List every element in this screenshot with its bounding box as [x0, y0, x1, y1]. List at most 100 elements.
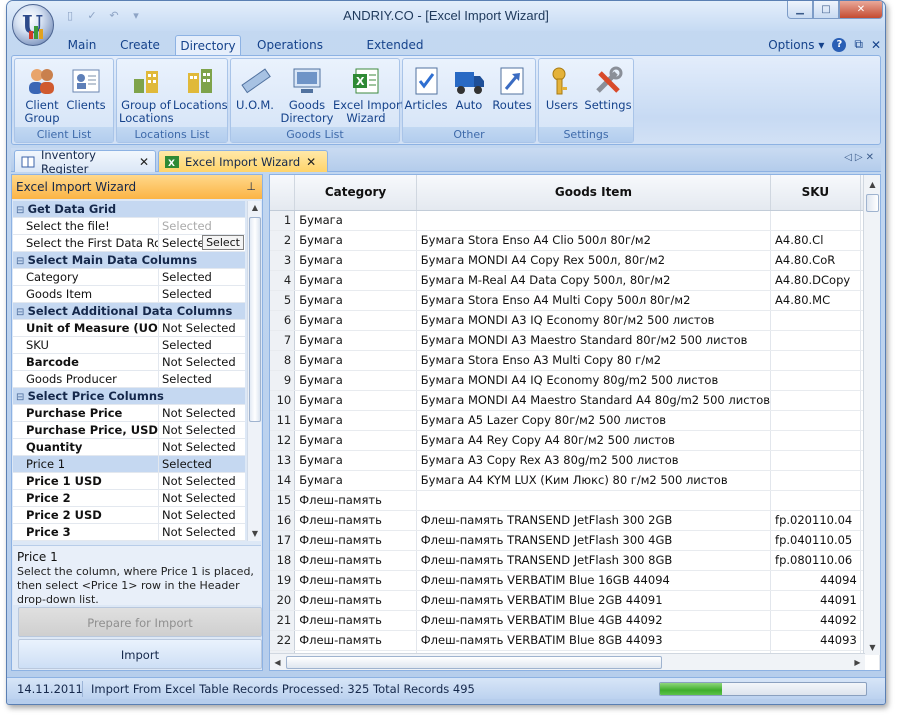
property-row[interactable]: Goods Producer Selected — [13, 371, 245, 388]
row-number[interactable]: 14 — [270, 470, 296, 491]
category-cell[interactable]: Флеш-память — [294, 630, 417, 651]
category-cell[interactable]: Бумага — [294, 330, 417, 351]
scroll-up-icon[interactable]: ▲ — [248, 201, 262, 215]
ribbon-restore-icon[interactable]: ⧉ — [854, 37, 863, 52]
scroll-right-icon[interactable]: ▶ — [850, 655, 865, 670]
category-cell[interactable]: Бумага — [294, 310, 417, 331]
property-value[interactable]: Selected — [159, 456, 245, 472]
close-window-button[interactable]: ✕ — [839, 1, 883, 19]
options-menu[interactable]: Options ▾ — [768, 38, 824, 52]
goods-item-cell[interactable]: Флеш-память TRANSEND JetFlash 300 4GB — [416, 530, 772, 551]
property-value[interactable]: Selected — [159, 286, 245, 302]
sku-cell[interactable] — [770, 410, 861, 431]
property-value[interactable]: Not Selected — [159, 507, 245, 523]
table-row[interactable]: 2 Бумага Бумага Stora Enso A4 Clio 500л 80… — [270, 230, 880, 251]
tab-operations[interactable]: Operations — [255, 35, 325, 55]
sku-cell[interactable]: fp.040110.05 — [770, 530, 861, 551]
property-row[interactable]: Select the First Data Row!SelectedSelect — [13, 235, 245, 252]
tab-main[interactable]: Main — [62, 35, 102, 55]
select-row-button[interactable]: Select — [202, 235, 244, 250]
scroll-thumb[interactable] — [866, 194, 879, 212]
sku-cell[interactable]: 44091 — [770, 590, 861, 611]
row-number[interactable]: 5 — [270, 290, 296, 311]
prepare-for-import-button[interactable]: Prepare for Import — [18, 607, 262, 637]
row-number[interactable]: 19 — [270, 570, 296, 591]
row-number[interactable]: 8 — [270, 350, 296, 371]
goods-directory-button[interactable]: Goods Directory — [279, 61, 335, 125]
table-row[interactable]: 1 Бумага — [270, 210, 880, 231]
category-cell[interactable]: Бумага — [294, 430, 417, 451]
goods-item-cell[interactable]: Бумага A4 KYM LUX (Ким Люкс) 80 г/м2 500… — [416, 470, 772, 491]
sku-cell[interactable] — [770, 210, 861, 231]
goods-item-cell[interactable]: Бумага MONDI A3 Maestro Standard 80г/м2 … — [416, 330, 772, 351]
tab-create[interactable]: Create — [117, 35, 163, 55]
grid-vertical-scrollbar[interactable]: ▲ ▼ — [863, 175, 880, 655]
property-value[interactable]: Not Selected — [159, 320, 245, 336]
category-cell[interactable]: Бумага — [294, 370, 417, 391]
locations-button[interactable]: Locations — [173, 61, 228, 125]
application-menu-button[interactable]: U — [12, 4, 54, 46]
row-number[interactable]: 22 — [270, 630, 296, 651]
grid-horizontal-scrollbar[interactable]: ◀ ▶ — [270, 653, 865, 670]
table-row[interactable]: 22 Флеш-память Флеш-память VERBATIM Blue 8… — [270, 630, 880, 651]
minimize-button[interactable]: ▁ — [787, 1, 813, 19]
close-tab-icon[interactable]: ✕ — [139, 155, 149, 169]
property-row[interactable]: SKU Selected — [13, 337, 245, 354]
uom-button[interactable]: U.O.M. — [231, 61, 279, 125]
category-cell[interactable]: Флеш-память — [294, 570, 417, 591]
goods-item-cell[interactable]: Бумага A4 Rey Copy A4 80г/м2 500 листов — [416, 430, 772, 451]
table-row[interactable]: 19 Флеш-память Флеш-память VERBATIM Blue 1… — [270, 570, 880, 591]
row-number[interactable]: 2 — [270, 230, 296, 251]
clients-button[interactable]: Clients — [59, 61, 113, 125]
row-number[interactable]: 17 — [270, 530, 296, 551]
scroll-down-icon[interactable]: ▼ — [865, 640, 880, 655]
goods-item-cell[interactable] — [416, 490, 772, 511]
property-category[interactable]: Select Price Columns — [13, 388, 245, 405]
row-number[interactable]: 16 — [270, 510, 296, 531]
table-row[interactable]: 20 Флеш-память Флеш-память VERBATIM Blue 2… — [270, 590, 880, 611]
category-cell[interactable]: Флеш-память — [294, 590, 417, 611]
table-row[interactable]: 3 Бумага Бумага MONDI A4 Copy Rex 500л, 80… — [270, 250, 880, 271]
import-button[interactable]: Import — [18, 639, 262, 669]
row-number[interactable]: 20 — [270, 590, 296, 611]
row-number[interactable]: 3 — [270, 250, 296, 271]
category-cell[interactable]: Флеш-память — [294, 550, 417, 571]
table-row[interactable]: 16 Флеш-память Флеш-память TRANSEND JetFla… — [270, 510, 880, 531]
row-number[interactable]: 12 — [270, 430, 296, 451]
goods-item-cell[interactable]: Бумага M-Real A4 Data Copy 500л, 80г/м2 — [416, 270, 772, 291]
property-value[interactable]: Not Selected — [159, 354, 245, 370]
property-value[interactable]: Not Selected — [159, 490, 245, 506]
goods-item-cell[interactable]: Бумага MONDI A3 IQ Economy 80г/м2 500 ли… — [416, 310, 772, 331]
category-cell[interactable]: Бумага — [294, 290, 417, 311]
goods-item-cell[interactable]: Флеш-память VERBATIM Blue 8GB 44093 — [416, 630, 772, 651]
sku-cell[interactable] — [770, 310, 861, 331]
auto-button[interactable]: Auto — [447, 61, 491, 125]
close-tab-icon[interactable]: ✕ — [306, 155, 316, 169]
sku-cell[interactable] — [770, 370, 861, 391]
property-value[interactable]: Not Selected — [159, 473, 245, 489]
category-cell[interactable]: Бумага — [294, 390, 417, 411]
property-row[interactable]: Goods Item Selected — [13, 286, 245, 303]
routes-button[interactable]: Routes — [489, 61, 535, 125]
property-value[interactable]: Selected — [159, 269, 245, 285]
table-row[interactable]: 14 Бумага Бумага A4 KYM LUX (Ким Люкс) 80 … — [270, 470, 880, 491]
goods-item-cell[interactable]: Флеш-память VERBATIM Blue 4GB 44092 — [416, 610, 772, 631]
ribbon-close-icon[interactable]: ✕ — [871, 38, 881, 52]
group-of-locations-button[interactable]: Group of Locations — [119, 61, 174, 125]
sku-cell[interactable]: 44093 — [770, 630, 861, 651]
row-number[interactable]: 10 — [270, 390, 296, 411]
property-grid-scrollbar[interactable]: ▲ ▼ — [247, 201, 261, 541]
column-header-sku[interactable]: SKU — [770, 175, 861, 211]
tab-prev-icon[interactable]: ◁ — [844, 152, 855, 163]
sku-cell[interactable] — [770, 470, 861, 491]
table-row[interactable]: 5 Бумага Бумага Stora Enso A4 Multi Copy 5… — [270, 290, 880, 311]
property-value[interactable]: Selected Select — [159, 235, 245, 251]
row-number[interactable]: 4 — [270, 270, 296, 291]
goods-item-cell[interactable]: Бумага Stora Enso A4 Clio 500л 80г/м2 — [416, 230, 772, 251]
goods-item-cell[interactable]: Бумага Stora Enso A3 Multi Copy 80 г/м2 — [416, 350, 772, 371]
row-number[interactable]: 18 — [270, 550, 296, 571]
column-header-category[interactable]: Category — [294, 175, 417, 211]
sku-cell[interactable]: A4.80.Cl — [770, 230, 861, 251]
table-row[interactable]: 13 Бумага Бумага A3 Copy Rex A3 80g/m2 500… — [270, 450, 880, 471]
tab-next-icon[interactable]: ▷ — [855, 152, 866, 163]
